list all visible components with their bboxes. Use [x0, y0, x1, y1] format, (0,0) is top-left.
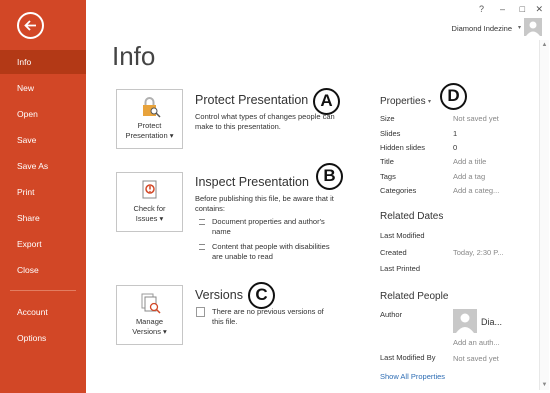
date-label-last-modified: Last Modified [380, 231, 425, 240]
manage-versions-icon [139, 292, 161, 314]
related-dates-title: Related Dates [380, 211, 444, 222]
protect-title: Protect Presentation [195, 93, 309, 107]
minimize-button[interactable]: – [500, 4, 505, 14]
prop-label-categories: Categories [380, 186, 417, 195]
author-label: Author [380, 310, 403, 319]
last-modified-by-label: Last Modified By [380, 353, 436, 362]
properties-caret-icon[interactable]: ▾ [428, 98, 431, 105]
nav-save-as[interactable]: Save As [0, 154, 86, 178]
date-label-last-printed: Last Printed [380, 264, 421, 273]
prop-label-tags: Tags [380, 172, 396, 181]
nav-print[interactable]: Print [0, 180, 86, 204]
prop-label-size: Size [380, 114, 395, 123]
add-author-field[interactable]: Add an auth... [453, 338, 500, 347]
inspect-document-icon [139, 179, 161, 201]
vertical-scrollbar[interactable]: ▲ ▼ [539, 40, 549, 390]
manage-versions-button[interactable]: Manage Versions ▾ [116, 285, 183, 345]
date-label-created: Created [380, 248, 407, 257]
protect-button-label: Protect Presentation ▾ [125, 121, 174, 140]
last-modified-by-value: Not saved yet [453, 354, 499, 363]
sidebar-divider [10, 290, 76, 291]
bullet-icon [199, 219, 205, 225]
nav-new[interactable]: New [0, 76, 86, 100]
user-avatar[interactable] [524, 18, 542, 36]
bullet-icon [199, 244, 205, 250]
related-people-title: Related People [380, 291, 449, 302]
versions-description: There are no previous versions of this f… [212, 307, 324, 326]
prop-label-title: Title [380, 157, 394, 166]
nav-export[interactable]: Export [0, 232, 86, 256]
backstage-sidebar: Info New Open Save Save As Print Share E… [0, 0, 86, 393]
page-title: Info [112, 41, 156, 71]
prop-value-title[interactable]: Add a title [453, 157, 486, 166]
nav-save[interactable]: Save [0, 128, 86, 152]
prop-label-hidden-slides: Hidden slides [380, 143, 426, 152]
callout-d: D [440, 83, 467, 110]
account-name[interactable]: Diamond Indezine [452, 24, 512, 33]
check-issues-button-label: Check for Issues ▾ [133, 204, 166, 223]
close-window-button[interactable]: ✕ [535, 4, 543, 15]
restore-button[interactable]: □ [520, 4, 525, 14]
prop-value-slides: 1 [453, 129, 458, 138]
protect-presentation-button[interactable]: Protect Presentation ▾ [116, 89, 183, 149]
prop-value-hidden-slides: 0 [453, 143, 458, 152]
nav-account[interactable]: Account [0, 300, 86, 324]
show-all-properties-link[interactable]: Show All Properties [380, 372, 445, 381]
prop-value-categories[interactable]: Add a categ... [453, 186, 499, 195]
lock-key-icon [139, 96, 161, 118]
inspect-bullet-item: Document properties and author's name [199, 217, 342, 237]
versions-title: Versions [195, 288, 243, 302]
help-button[interactable]: ? [479, 4, 484, 14]
prop-value-size: Not saved yet [453, 114, 499, 123]
back-arrow-icon[interactable] [17, 12, 44, 39]
prop-value-tags[interactable]: Add a tag [453, 172, 485, 181]
author-name[interactable]: Dia... [481, 317, 502, 327]
account-caret-icon[interactable]: ▾ [518, 24, 521, 31]
inspect-bullet-item: Content that people with disabilities ar… [199, 242, 342, 262]
versions-doc-icon [196, 307, 205, 317]
date-value-created: Today, 2:30 P... [453, 248, 504, 257]
inspect-description: Before publishing this file, be aware th… [195, 194, 334, 213]
prop-label-slides: Slides [380, 129, 401, 138]
nav-share[interactable]: Share [0, 206, 86, 230]
callout-a: A [313, 88, 340, 115]
scroll-down-icon[interactable]: ▼ [540, 380, 549, 390]
callout-b: B [316, 163, 343, 190]
nav-open[interactable]: Open [0, 102, 86, 126]
author-avatar [453, 309, 477, 333]
nav-options[interactable]: Options [0, 326, 86, 350]
nav-close[interactable]: Close [0, 258, 86, 282]
protect-description: Control what types of changes people can… [195, 112, 335, 131]
callout-c: C [248, 282, 275, 309]
properties-dropdown[interactable]: Properties [380, 96, 426, 107]
nav-info[interactable]: Info [0, 50, 86, 74]
manage-versions-button-label: Manage Versions ▾ [132, 317, 167, 336]
scroll-up-icon[interactable]: ▲ [540, 40, 549, 50]
check-for-issues-button[interactable]: Check for Issues ▾ [116, 172, 183, 232]
inspect-title: Inspect Presentation [195, 175, 309, 189]
